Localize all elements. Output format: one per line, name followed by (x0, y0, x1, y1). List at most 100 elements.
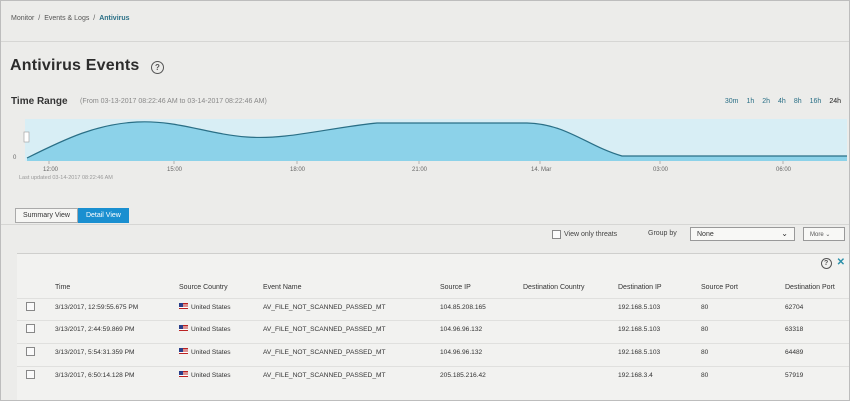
cell-source-ip: 104.96.96.132 (440, 349, 483, 356)
time-range-chart[interactable]: 0 12:00 15:00 18:00 21:00 14. Mar 03:00 … (7, 116, 849, 188)
breadcrumb: Monitor / Events & Logs / Antivirus (11, 15, 132, 22)
cell-source-port: 80 (701, 349, 709, 356)
summary-view-button[interactable]: Summary View (15, 208, 78, 223)
cell-destination-ip: 192.168.5.103 (618, 326, 661, 333)
range-16h-button[interactable]: 16h (810, 98, 822, 105)
cell-time: 3/13/2017, 2:44:59.869 PM (55, 326, 135, 333)
cell-source-ip: 205.185.216.42 (440, 372, 486, 379)
table-row[interactable]: 3/13/2017, 12:59:55.675 PM United States… (17, 298, 849, 317)
x-tick-label: 14. Mar (531, 167, 551, 173)
x-tick-label: 21:00 (412, 167, 428, 173)
breadcrumb-separator: / (93, 15, 96, 22)
close-icon[interactable]: ✕ (837, 258, 845, 269)
more-button[interactable]: More ⌄ (803, 227, 845, 241)
detail-view-button[interactable]: Detail View (77, 208, 129, 223)
us-flag-icon (179, 303, 188, 310)
x-tick-label: 12:00 (43, 167, 59, 173)
cell-destination-ip: 192.168.5.103 (618, 304, 661, 311)
time-range-label: Time Range (11, 96, 68, 107)
breadcrumb-monitor[interactable]: Monitor (11, 15, 34, 22)
app-frame: Monitor / Events & Logs / Antivirus Anti… (0, 0, 850, 401)
threats-label: View only threats (564, 231, 618, 238)
country-name: United States (191, 304, 231, 311)
cell-time: 3/13/2017, 6:50:14.128 PM (55, 372, 135, 379)
row-checkbox[interactable] (26, 302, 35, 311)
x-tick-label: 18:00 (290, 167, 306, 173)
country-name: United States (191, 326, 231, 333)
table-row[interactable]: 3/13/2017, 6:50:14.128 PM United States … (17, 366, 849, 385)
range-4h-button[interactable]: 4h (778, 98, 786, 105)
cell-destination-port: 62704 (785, 304, 804, 311)
time-range-text: (From 03-13-2017 08:22:46 AM to 03-14-20… (80, 98, 267, 105)
country-name: United States (191, 372, 231, 379)
cell-event-name: AV_FILE_NOT_SCANNED_PASSED_MT (263, 372, 386, 379)
column-header-event-name[interactable]: Event Name (263, 284, 302, 291)
column-header-time[interactable]: Time (55, 284, 70, 291)
breadcrumb-separator: / (38, 15, 41, 22)
country-name: United States (191, 349, 231, 356)
page-title: Antivirus Events (10, 57, 140, 74)
cell-event-name: AV_FILE_NOT_SCANNED_PASSED_MT (263, 326, 386, 333)
column-header-source-ip[interactable]: Source IP (440, 284, 471, 291)
group-by-select[interactable]: None ⌄ (690, 227, 795, 241)
us-flag-icon (179, 348, 188, 355)
row-checkbox[interactable] (26, 370, 35, 379)
range-1h-button[interactable]: 1h (746, 98, 754, 105)
cell-event-name: AV_FILE_NOT_SCANNED_PASSED_MT (263, 304, 386, 311)
grid-tools: ? ✕ (820, 258, 845, 269)
cell-destination-ip: 192.168.3.4 (618, 372, 653, 379)
x-ticks: 12:00 15:00 18:00 21:00 14. Mar 03:00 06… (43, 161, 792, 173)
range-2h-button[interactable]: 2h (762, 98, 770, 105)
x-tick-label: 03:00 (653, 167, 669, 173)
column-header-destination-country[interactable]: Destination Country (523, 284, 584, 291)
view-only-threats-toggle[interactable]: View only threats (552, 230, 617, 239)
column-header-source-country[interactable]: Source Country (179, 284, 228, 291)
view-toggle: Summary View Detail View (15, 208, 129, 223)
us-flag-icon (179, 325, 188, 332)
chevron-down-icon: ⌄ (781, 229, 788, 238)
breadcrumb-events-logs[interactable]: Events & Logs (44, 15, 89, 22)
group-by-value: None (697, 231, 714, 238)
range-24h-button[interactable]: 24h (829, 98, 841, 105)
chevron-down-icon: ⌄ (825, 232, 831, 238)
divider (1, 41, 849, 42)
range-30m-button[interactable]: 30m (725, 98, 739, 105)
row-checkbox[interactable] (26, 347, 35, 356)
x-tick-label: 06:00 (776, 167, 792, 173)
more-label: More (810, 232, 824, 238)
cell-source-country: United States (179, 325, 231, 333)
cell-time: 3/13/2017, 12:59:55.675 PM (55, 304, 139, 311)
cell-event-name: AV_FILE_NOT_SCANNED_PASSED_MT (263, 349, 386, 356)
column-header-source-port[interactable]: Source Port (701, 284, 738, 291)
divider (1, 224, 849, 225)
cell-source-country: United States (179, 303, 231, 311)
cell-source-port: 80 (701, 326, 709, 333)
breadcrumb-antivirus: Antivirus (99, 15, 130, 22)
column-header-destination-port[interactable]: Destination Port (785, 284, 835, 291)
table-row[interactable]: 3/13/2017, 5:54:31.359 PM United States … (17, 343, 849, 362)
threats-checkbox[interactable] (552, 230, 561, 239)
cell-source-port: 80 (701, 372, 709, 379)
cell-destination-port: 63318 (785, 326, 804, 333)
time-range-buttons: 30m 1h 2h 4h 8h 16h 24h (725, 98, 841, 105)
cell-source-country: United States (179, 348, 231, 356)
question-circle-icon[interactable]: ? (820, 258, 832, 269)
cell-source-ip: 104.96.96.132 (440, 326, 483, 333)
row-checkbox[interactable] (26, 324, 35, 333)
x-tick-label: 15:00 (167, 167, 183, 173)
range-8h-button[interactable]: 8h (794, 98, 802, 105)
table-header: Time Source Country Event Name Source IP… (17, 284, 849, 298)
cell-source-country: United States (179, 371, 231, 379)
column-header-destination-ip[interactable]: Destination IP (618, 284, 662, 291)
y-tick-label: 0 (13, 155, 17, 161)
cell-source-port: 80 (701, 304, 709, 311)
group-by-label: Group by (648, 230, 677, 237)
cell-time: 3/13/2017, 5:54:31.359 PM (55, 349, 135, 356)
cell-source-ip: 104.85.208.165 (440, 304, 486, 311)
cell-destination-port: 57919 (785, 372, 804, 379)
chart-range-handle[interactable] (23, 131, 30, 143)
cell-destination-ip: 192.168.5.103 (618, 349, 661, 356)
us-flag-icon (179, 371, 188, 378)
table-row[interactable]: 3/13/2017, 2:44:59.869 PM United States … (17, 320, 849, 339)
question-circle-icon[interactable]: ? (151, 61, 164, 74)
